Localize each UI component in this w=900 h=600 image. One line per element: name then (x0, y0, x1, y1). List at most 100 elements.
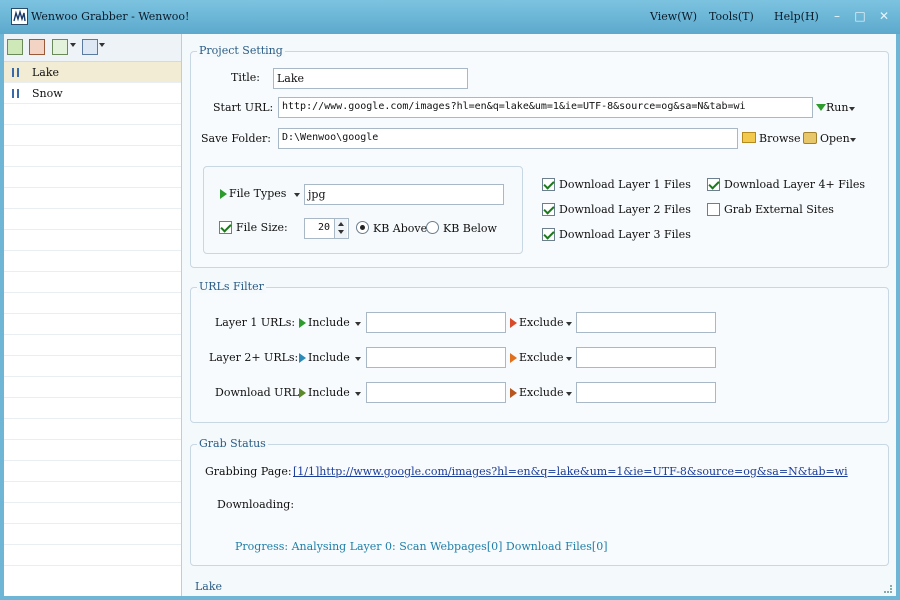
window-title: Wenwoo Grabber - Wenwoo! (31, 10, 190, 23)
file-size-checkbox[interactable] (219, 221, 232, 234)
list-row (4, 356, 181, 377)
list-row (4, 293, 181, 314)
layer2-exclude-input[interactable] (576, 347, 716, 368)
browse-folder-icon[interactable] (742, 132, 756, 143)
layer1-exclude-dropdown[interactable]: Exclude (519, 316, 564, 329)
open-folder-icon[interactable] (803, 132, 817, 144)
delete-project-icon[interactable] (29, 39, 45, 55)
run-dropdown-caret-icon[interactable] (849, 107, 855, 111)
kb-above-radio[interactable] (356, 221, 369, 234)
main-panel: Project Setting Title: Lake Start URL: h… (182, 34, 896, 596)
external-sites-checkbox[interactable] (707, 203, 720, 216)
layer1-exclude-input[interactable] (576, 312, 716, 333)
list-row (4, 524, 181, 545)
progress-text: Progress: Analysing Layer 0: Scan Webpag… (235, 540, 608, 553)
menu-tools[interactable]: Tools(T) (709, 10, 754, 23)
external-sites-label: Grab External Sites (724, 203, 834, 216)
file-types-arrow-icon (220, 189, 227, 199)
title-label: Title: (231, 71, 261, 84)
layer-2-checkbox[interactable] (542, 203, 555, 216)
list-row (4, 314, 181, 335)
list-row (4, 545, 181, 566)
exclude-caret-icon[interactable] (566, 357, 572, 361)
layer2-include-dropdown[interactable]: Include (308, 351, 350, 364)
exclude-arrow-icon (510, 318, 517, 328)
sidebar-toolbar (4, 34, 181, 62)
exclude-caret-icon[interactable] (566, 322, 572, 326)
save-folder-input[interactable]: D:\Wenwoo\google (278, 128, 738, 149)
start-url-input[interactable]: http://www.google.com/images?hl=en&q=lak… (278, 97, 813, 118)
maximize-button[interactable]: □ (853, 9, 867, 23)
include-caret-icon[interactable] (355, 392, 361, 396)
urls-filter-heading: URLs Filter (197, 280, 266, 293)
list-row (4, 335, 181, 356)
layer2-include-input[interactable] (366, 347, 506, 368)
open-dropdown-caret-icon[interactable] (850, 138, 856, 142)
view-dropdown-caret-icon[interactable] (99, 43, 105, 47)
start-dropdown-caret-icon[interactable] (70, 43, 76, 47)
list-row (4, 167, 181, 188)
download-exclude-dropdown[interactable]: Exclude (519, 386, 564, 399)
include-caret-icon[interactable] (355, 357, 361, 361)
project-label: Snow (32, 87, 63, 100)
include-caret-icon[interactable] (355, 322, 361, 326)
project-setting-heading: Project Setting (197, 44, 285, 57)
download-url-label: Download URL: (215, 386, 303, 399)
file-types-caret-icon[interactable] (294, 193, 300, 197)
file-types-dropdown[interactable]: File Types (229, 187, 286, 200)
list-row (4, 251, 181, 272)
list-row (4, 230, 181, 251)
layer-2-label: Download Layer 2 Files (559, 203, 691, 216)
include-arrow-icon (299, 388, 306, 398)
new-project-icon[interactable] (7, 39, 23, 55)
layer-1-checkbox[interactable] (542, 178, 555, 191)
grab-status-heading: Grab Status (197, 437, 268, 450)
menu-view[interactable]: View(W) (650, 10, 697, 23)
layer1-include-dropdown[interactable]: Include (308, 316, 350, 329)
project-sidebar: Lake Snow (4, 34, 182, 596)
layer-4-label: Download Layer 4+ Files (724, 178, 866, 191)
grabbing-page-link[interactable]: [1/1]http://www.google.com/images?hl=en&… (293, 465, 848, 478)
layer2-exclude-dropdown[interactable]: Exclude (519, 351, 564, 364)
open-button[interactable]: Open (820, 132, 850, 145)
download-include-input[interactable] (366, 382, 506, 403)
kb-below-label: KB Below (443, 222, 497, 235)
project-item-lake[interactable]: Lake (4, 62, 181, 83)
list-row (4, 209, 181, 230)
layer1-include-input[interactable] (366, 312, 506, 333)
view-columns-icon[interactable] (82, 39, 98, 55)
run-icon[interactable] (816, 104, 826, 111)
layer1-urls-label: Layer 1 URLs: (215, 316, 296, 329)
kb-above-label: KB Above (373, 222, 428, 235)
list-row (4, 461, 181, 482)
app-logo-icon (11, 8, 28, 25)
file-types-input[interactable]: jpg (304, 184, 504, 205)
layer-4-checkbox[interactable] (707, 178, 720, 191)
project-item-snow[interactable]: Snow (4, 83, 181, 104)
minimize-button[interactable]: – (830, 9, 844, 23)
download-include-dropdown[interactable]: Include (308, 386, 350, 399)
menu-help[interactable]: Help(H) (774, 10, 819, 23)
layer-1-label: Download Layer 1 Files (559, 178, 691, 191)
browse-button[interactable]: Browse (759, 132, 801, 145)
project-icon (12, 89, 19, 98)
close-button[interactable]: ✕ (877, 9, 891, 23)
list-row (4, 398, 181, 419)
layer-3-label: Download Layer 3 Files (559, 228, 691, 241)
title-input[interactable]: Lake (273, 68, 468, 89)
include-arrow-icon (299, 353, 306, 363)
list-row (4, 146, 181, 167)
list-row (4, 188, 181, 209)
exclude-caret-icon[interactable] (566, 392, 572, 396)
run-button[interactable]: Run (826, 101, 848, 114)
file-size-spinner[interactable] (334, 219, 347, 238)
file-size-label: File Size: (236, 221, 288, 234)
kb-below-radio[interactable] (426, 221, 439, 234)
start-project-icon[interactable] (52, 39, 68, 55)
layer-3-checkbox[interactable] (542, 228, 555, 241)
start-url-label: Start URL: (213, 101, 274, 114)
grabbing-page-label: Grabbing Page: (205, 465, 292, 478)
resize-grip-icon[interactable] (884, 585, 892, 593)
download-exclude-input[interactable] (576, 382, 716, 403)
grab-status-group: Grab Status Grabbing Page: [1/1]http://w… (190, 437, 889, 566)
